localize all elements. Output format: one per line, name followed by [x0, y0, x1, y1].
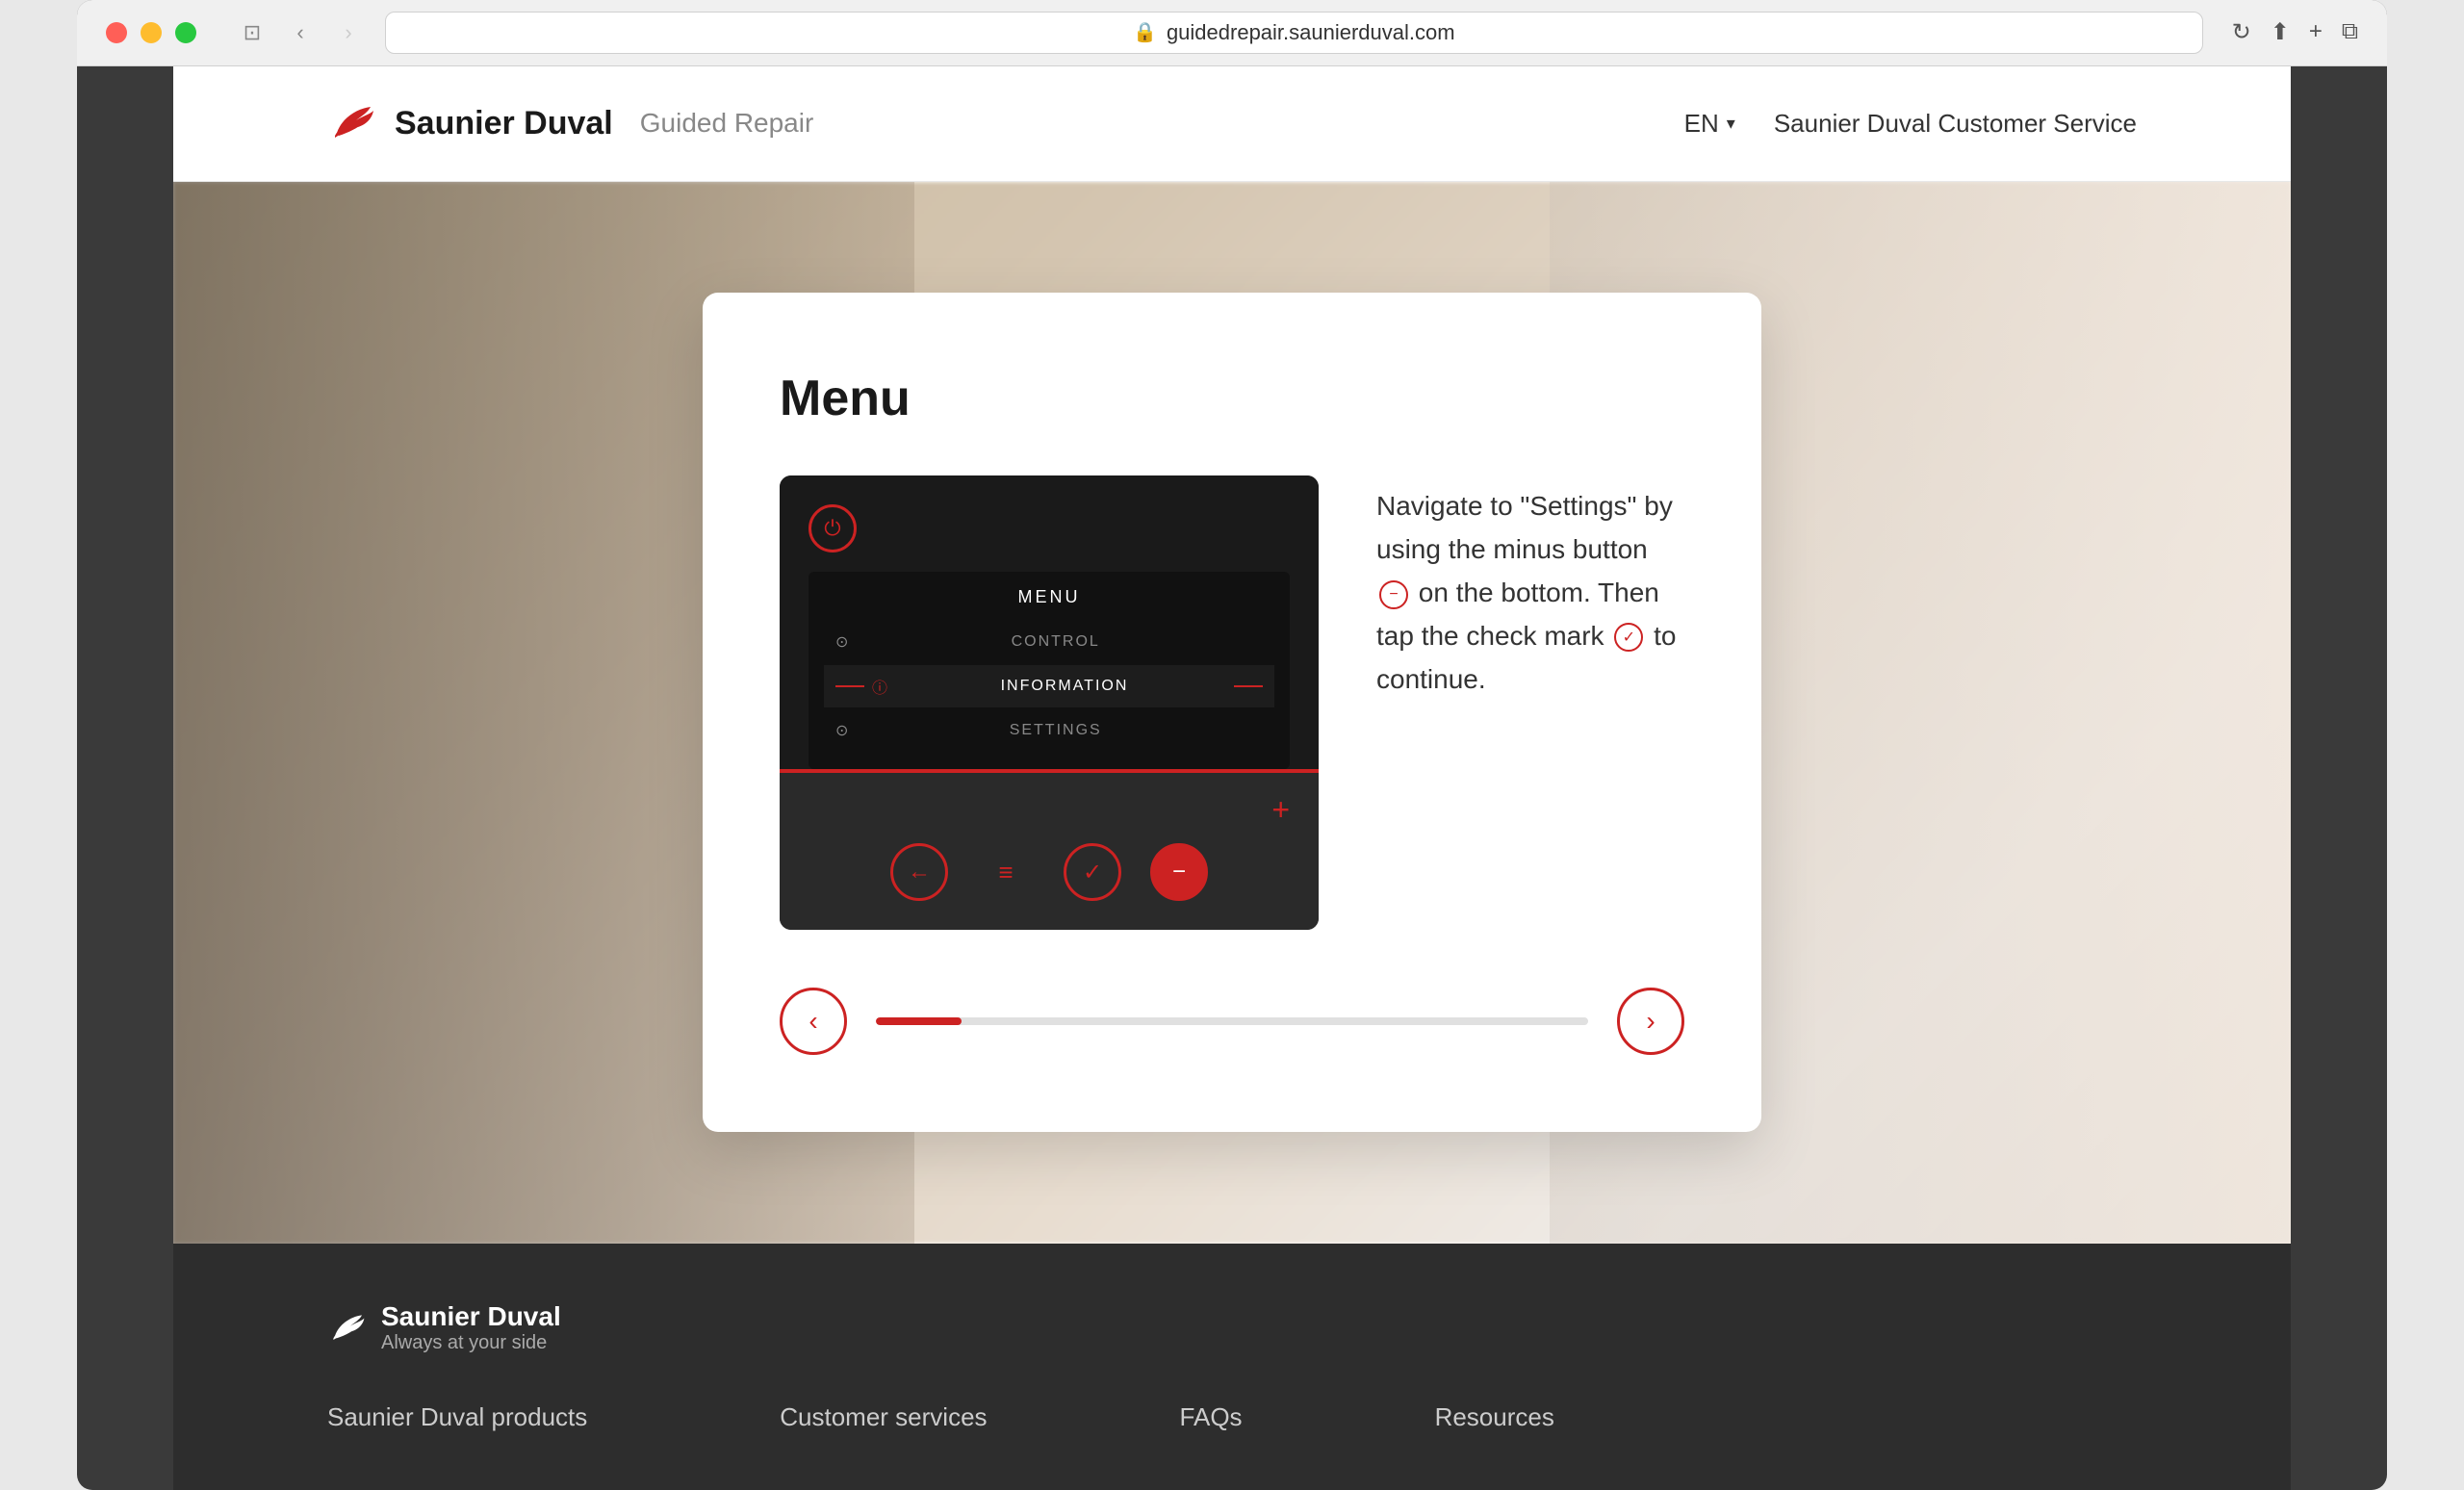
instructions-area: Navigate to "Settings" by using the minu… — [1376, 475, 1684, 701]
tabs-button[interactable]: ⧉ — [2342, 18, 2358, 46]
website: Saunier Duval Guided Repair EN ▾ Saunier… — [173, 66, 2291, 1490]
menu-item-icon-settings: ⊙ — [835, 721, 848, 740]
screen-menu-title: MENU — [824, 587, 1274, 607]
plus-button: + — [808, 792, 1290, 828]
card-content-area: ⏻ MENU ⊙ CONTROL — [780, 475, 1684, 930]
site-footer: Saunier Duval Always at your side Saunie… — [173, 1244, 2291, 1490]
browser-navigation: ⊡ ‹ › — [235, 15, 366, 50]
language-selector[interactable]: EN ▾ — [1684, 109, 1735, 139]
progress-fill — [876, 1017, 962, 1025]
footer-brand-text: Saunier Duval Always at your side — [381, 1301, 561, 1354]
footer-logo-area: Saunier Duval Always at your side — [327, 1301, 2137, 1354]
logo-area: Saunier Duval Guided Repair — [327, 99, 813, 147]
progress-navigation: ‹ › — [780, 988, 1684, 1055]
tab-icon: ⊡ — [235, 15, 270, 50]
footer-link-faqs[interactable]: FAQs — [1180, 1402, 1243, 1432]
device-header-bar: ⏻ — [808, 504, 1290, 552]
chevron-down-icon: ▾ — [1727, 114, 1735, 134]
next-button[interactable]: › — [1617, 988, 1684, 1055]
checkmark-button[interactable]: ✓ — [1064, 843, 1121, 901]
hero-area: Menu ⏻ MENU — [173, 182, 2291, 1244]
instruction-part1: Navigate to "Settings" by using the minu… — [1376, 491, 1673, 564]
browser-action-buttons: ↻ ⬆ + ⧉ — [2232, 18, 2358, 46]
back-button[interactable]: ‹ — [283, 15, 318, 50]
minus-icon-inline: − — [1379, 580, 1408, 609]
address-bar[interactable]: 🔒 guidedrepair.saunierduval.com — [385, 12, 2203, 54]
device-control-buttons: ← ≡ ✓ − — [808, 843, 1290, 901]
header-navigation: EN ▾ Saunier Duval Customer Service — [1684, 109, 2137, 139]
brand-name: Saunier Duval — [395, 105, 613, 142]
url-text: guidedrepair.saunierduval.com — [1167, 20, 1455, 45]
footer-logo-icon — [327, 1309, 366, 1348]
instructions-text: Navigate to "Settings" by using the minu… — [1376, 485, 1684, 701]
footer-brand-name: Saunier Duval — [381, 1301, 561, 1332]
minimize-window-button[interactable] — [141, 22, 162, 43]
menu-item-settings: ⊙ SETTINGS — [824, 711, 1274, 750]
progress-track — [876, 1017, 1588, 1025]
minus-button[interactable]: − — [1150, 843, 1208, 901]
menu-item-icon-control: ⊙ — [835, 632, 848, 652]
close-window-button[interactable] — [106, 22, 127, 43]
window-controls — [106, 22, 196, 43]
footer-link-products[interactable]: Saunier Duval products — [327, 1402, 587, 1432]
footer-link-customer-services[interactable]: Customer services — [780, 1402, 987, 1432]
menu-label-control: CONTROL — [848, 633, 1263, 651]
customer-service-link[interactable]: Saunier Duval Customer Service — [1774, 109, 2137, 139]
menu-label-information: INFORMATION — [895, 678, 1234, 695]
browser-frame: ⊡ ‹ › 🔒 guidedrepair.saunierduval.com ↻ … — [77, 0, 2387, 1490]
app-subtitle: Guided Repair — [640, 108, 814, 139]
checkmark-icon-inline: ✓ — [1614, 623, 1643, 652]
main-content-card: Menu ⏻ MENU — [703, 293, 1761, 1132]
menu-item-information: ⓘ INFORMATION — [824, 665, 1274, 707]
power-button-icon: ⏻ — [808, 504, 857, 552]
menu-item-icon-information: ⓘ — [872, 675, 887, 698]
new-tab-button[interactable]: + — [2309, 18, 2323, 46]
menu-label-settings: SETTINGS — [848, 722, 1263, 739]
device-screen: MENU ⊙ CONTROL ⓘ — [808, 572, 1290, 769]
back-arrow-button[interactable]: ← — [890, 843, 948, 901]
menu-item-control: ⊙ CONTROL — [824, 623, 1274, 661]
card-title: Menu — [780, 370, 1684, 427]
maximize-window-button[interactable] — [175, 22, 196, 43]
selection-line-left — [835, 685, 864, 687]
device-display: ⏻ MENU ⊙ CONTROL — [780, 475, 1319, 930]
selection-line-right — [1234, 685, 1263, 687]
footer-tagline: Always at your side — [381, 1332, 561, 1354]
previous-button[interactable]: ‹ — [780, 988, 847, 1055]
device-top-area: ⏻ MENU ⊙ CONTROL — [780, 475, 1319, 769]
brand-logo-icon — [327, 99, 375, 147]
browser-chrome: ⊡ ‹ › 🔒 guidedrepair.saunierduval.com ↻ … — [77, 0, 2387, 66]
language-label: EN — [1684, 109, 1719, 139]
site-header: Saunier Duval Guided Repair EN ▾ Saunier… — [173, 66, 2291, 182]
security-icon: 🔒 — [1133, 20, 1157, 44]
device-bottom-controls: + ← ≡ ✓ − — [780, 773, 1319, 930]
menu-button[interactable]: ≡ — [977, 843, 1035, 901]
footer-link-resources[interactable]: Resources — [1435, 1402, 1554, 1432]
reload-button[interactable]: ↻ — [2232, 18, 2251, 46]
share-button[interactable]: ⬆ — [2271, 18, 2290, 46]
forward-button: › — [331, 15, 366, 50]
footer-links: Saunier Duval products Customer services… — [327, 1402, 2137, 1432]
